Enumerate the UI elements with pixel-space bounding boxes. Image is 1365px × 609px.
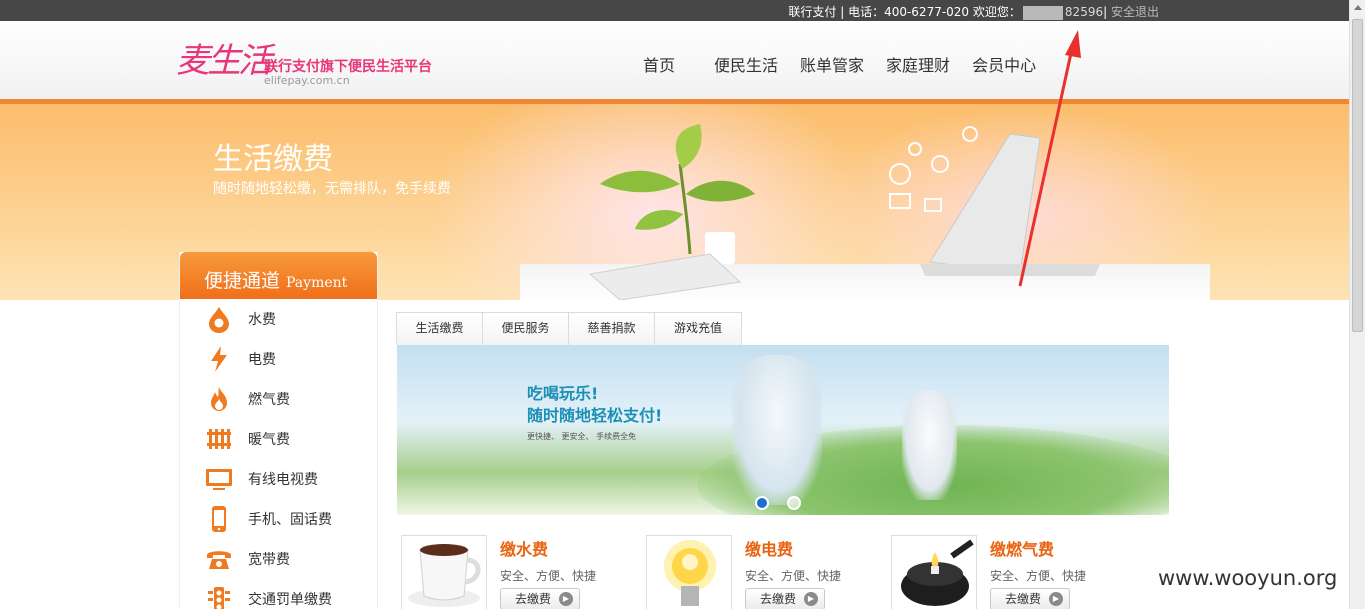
light-bulb-icon [664,540,716,606]
logout-link[interactable]: 安全退出 [1111,5,1159,19]
separator: | [840,5,845,19]
nav-member-center[interactable]: 会员中心 [972,52,1036,76]
service-tabs: 生活缴费 便民服务 慈善捐款 游戏充值 [396,312,742,345]
masked-username [1022,5,1063,20]
logo-slogan: 联行支付旗下便民生活平台 [264,59,432,75]
tv-icon [206,469,232,490]
sidebar-item-heating[interactable]: 暖气费 [180,419,377,459]
carousel-headline-line1: 吃喝玩乐! [527,384,599,403]
nav-bill-manager[interactable]: 账单管家 [800,52,864,76]
product-title: 缴水费 [500,540,549,559]
lightning-icon [211,346,227,372]
radiator-icon [207,429,231,449]
product-description: 安全、方便、快捷 [990,569,1087,583]
product-description: 安全、方便、快捷 [745,569,842,583]
chevron-right-icon: ▶ [804,592,818,606]
username-suffix: 82596 [1064,5,1104,19]
sidebar-title-en: Payment [286,275,348,291]
telephone-icon [207,551,231,569]
sidebar-item-label: 手机、固话费 [248,512,332,528]
product-title: 缴燃气费 [990,540,1055,559]
chevron-right-icon: ▶ [559,592,573,606]
sidebar-item-label: 交通罚单缴费 [248,592,332,608]
sidebar-item-label: 燃气费 [248,392,290,408]
company-label: 联行支付 [788,5,837,19]
welcome-label: 欢迎您： [972,5,1021,19]
product-thumbnail[interactable] [646,535,732,609]
site-logo[interactable]: 麦生活 [176,33,272,82]
watermark: www.wooyun.org [1158,566,1338,590]
top-bar: 联行支付 | 电话：400-6277-020 欢迎您： 82596| 安全退出 [0,0,1349,21]
button-label: 去缴费 [760,592,797,606]
button-label: 去缴费 [515,592,552,606]
sidebar-item-broadband[interactable]: 宽带费 [180,539,377,579]
banner-title: 生活缴费 [213,142,333,177]
banner-illustration [588,124,1100,300]
flame-icon [211,387,227,411]
scrollbar-thumb[interactable] [1352,19,1363,332]
product-description: 安全、方便、快捷 [500,569,597,583]
gas-stove-icon [901,539,974,606]
nav-family-finance[interactable]: 家庭理财 [886,52,950,76]
scroll-up-icon[interactable] [1354,5,1362,10]
product-gas: 缴燃气费 安全、方便、快捷 去缴费 ▶ [891,535,1126,609]
nav-home[interactable]: 首页 [643,52,675,76]
product-title: 缴电费 [745,540,794,559]
sidebar-item-label: 宽带费 [248,552,290,568]
separator: | [1103,5,1108,19]
water-drop-icon [209,307,229,333]
sidebar-item-cable-tv[interactable]: 有线电视费 [180,459,377,499]
product-electricity: 缴电费 安全、方便、快捷 去缴费 ▶ [646,535,881,609]
sidebar-item-gas[interactable]: 燃气费 [180,379,377,419]
logo-domain: elifepay.com.cn [264,74,350,87]
sidebar-item-label: 有线电视费 [248,472,318,488]
sidebar-item-water[interactable]: 水费 [180,299,377,339]
sidebar-item-electricity[interactable]: 电费 [180,339,377,379]
carousel-dot-1[interactable] [755,496,769,510]
sidebar-item-label: 暖气费 [248,432,290,448]
traffic-light-icon [208,587,230,609]
site-header: 麦生活 联行支付旗下便民生活平台 elifepay.com.cn 首页 便民生活… [0,21,1349,99]
pay-electricity-button[interactable]: 去缴费 ▶ [745,588,825,609]
chevron-right-icon: ▶ [1049,592,1063,606]
tab-convenience-service[interactable]: 便民服务 [483,313,569,345]
banner-subtitle: 随时随地轻松缴，无需排队，免手续费 [213,181,451,197]
carousel-note: 更快捷、 更安全、 手续费全免 [527,432,637,441]
sidebar-title: 便捷通道 [204,270,281,292]
tab-life-payment[interactable]: 生活缴费 [397,313,483,345]
button-label: 去缴费 [1005,592,1042,606]
carousel-dot-2[interactable] [787,496,801,510]
carousel-family-figure [732,355,822,505]
payment-sidebar: 便捷通道 Payment 水费 电费 燃气费 暖气费 有线电视费 手机、固话费 宽… [179,252,378,609]
pay-water-button[interactable]: 去缴费 ▶ [500,588,580,609]
carousel-headline: 吃喝玩乐! 随时随地轻松支付! [527,383,662,427]
tab-game-recharge[interactable]: 游戏充值 [655,313,741,345]
coffee-cup-icon [408,544,481,607]
product-water: 缴水费 安全、方便、快捷 去缴费 ▶ [401,535,636,609]
nav-convenience-life[interactable]: 便民生活 [714,52,778,76]
pay-gas-button[interactable]: 去缴费 ▶ [990,588,1070,609]
sidebar-item-label: 电费 [248,352,276,368]
mobile-phone-icon [212,506,226,532]
product-thumbnail[interactable] [891,535,977,609]
sidebar-item-phone[interactable]: 手机、固话费 [180,499,377,539]
carousel-woman-figure [902,390,957,500]
sidebar-item-traffic-fine[interactable]: 交通罚单缴费 [180,579,377,609]
carousel-headline-line2: 随时随地轻松支付! [527,406,663,425]
phone-label: 电话：400-6277-020 [848,5,970,19]
promo-carousel[interactable]: 吃喝玩乐! 随时随地轻松支付! 更快捷、 更安全、 手续费全免 [397,345,1169,515]
main-nav: 首页 便民生活 账单管家 家庭理财 会员中心 [630,52,1058,76]
vertical-scrollbar[interactable] [1349,0,1365,609]
product-thumbnail[interactable] [401,535,487,609]
top-bar-info: 联行支付 | 电话：400-6277-020 欢迎您： 82596| 安全退出 [788,3,1159,20]
tab-charity[interactable]: 慈善捐款 [569,313,655,345]
sidebar-item-label: 水费 [248,312,276,328]
sidebar-header: 便捷通道 Payment [180,252,377,299]
